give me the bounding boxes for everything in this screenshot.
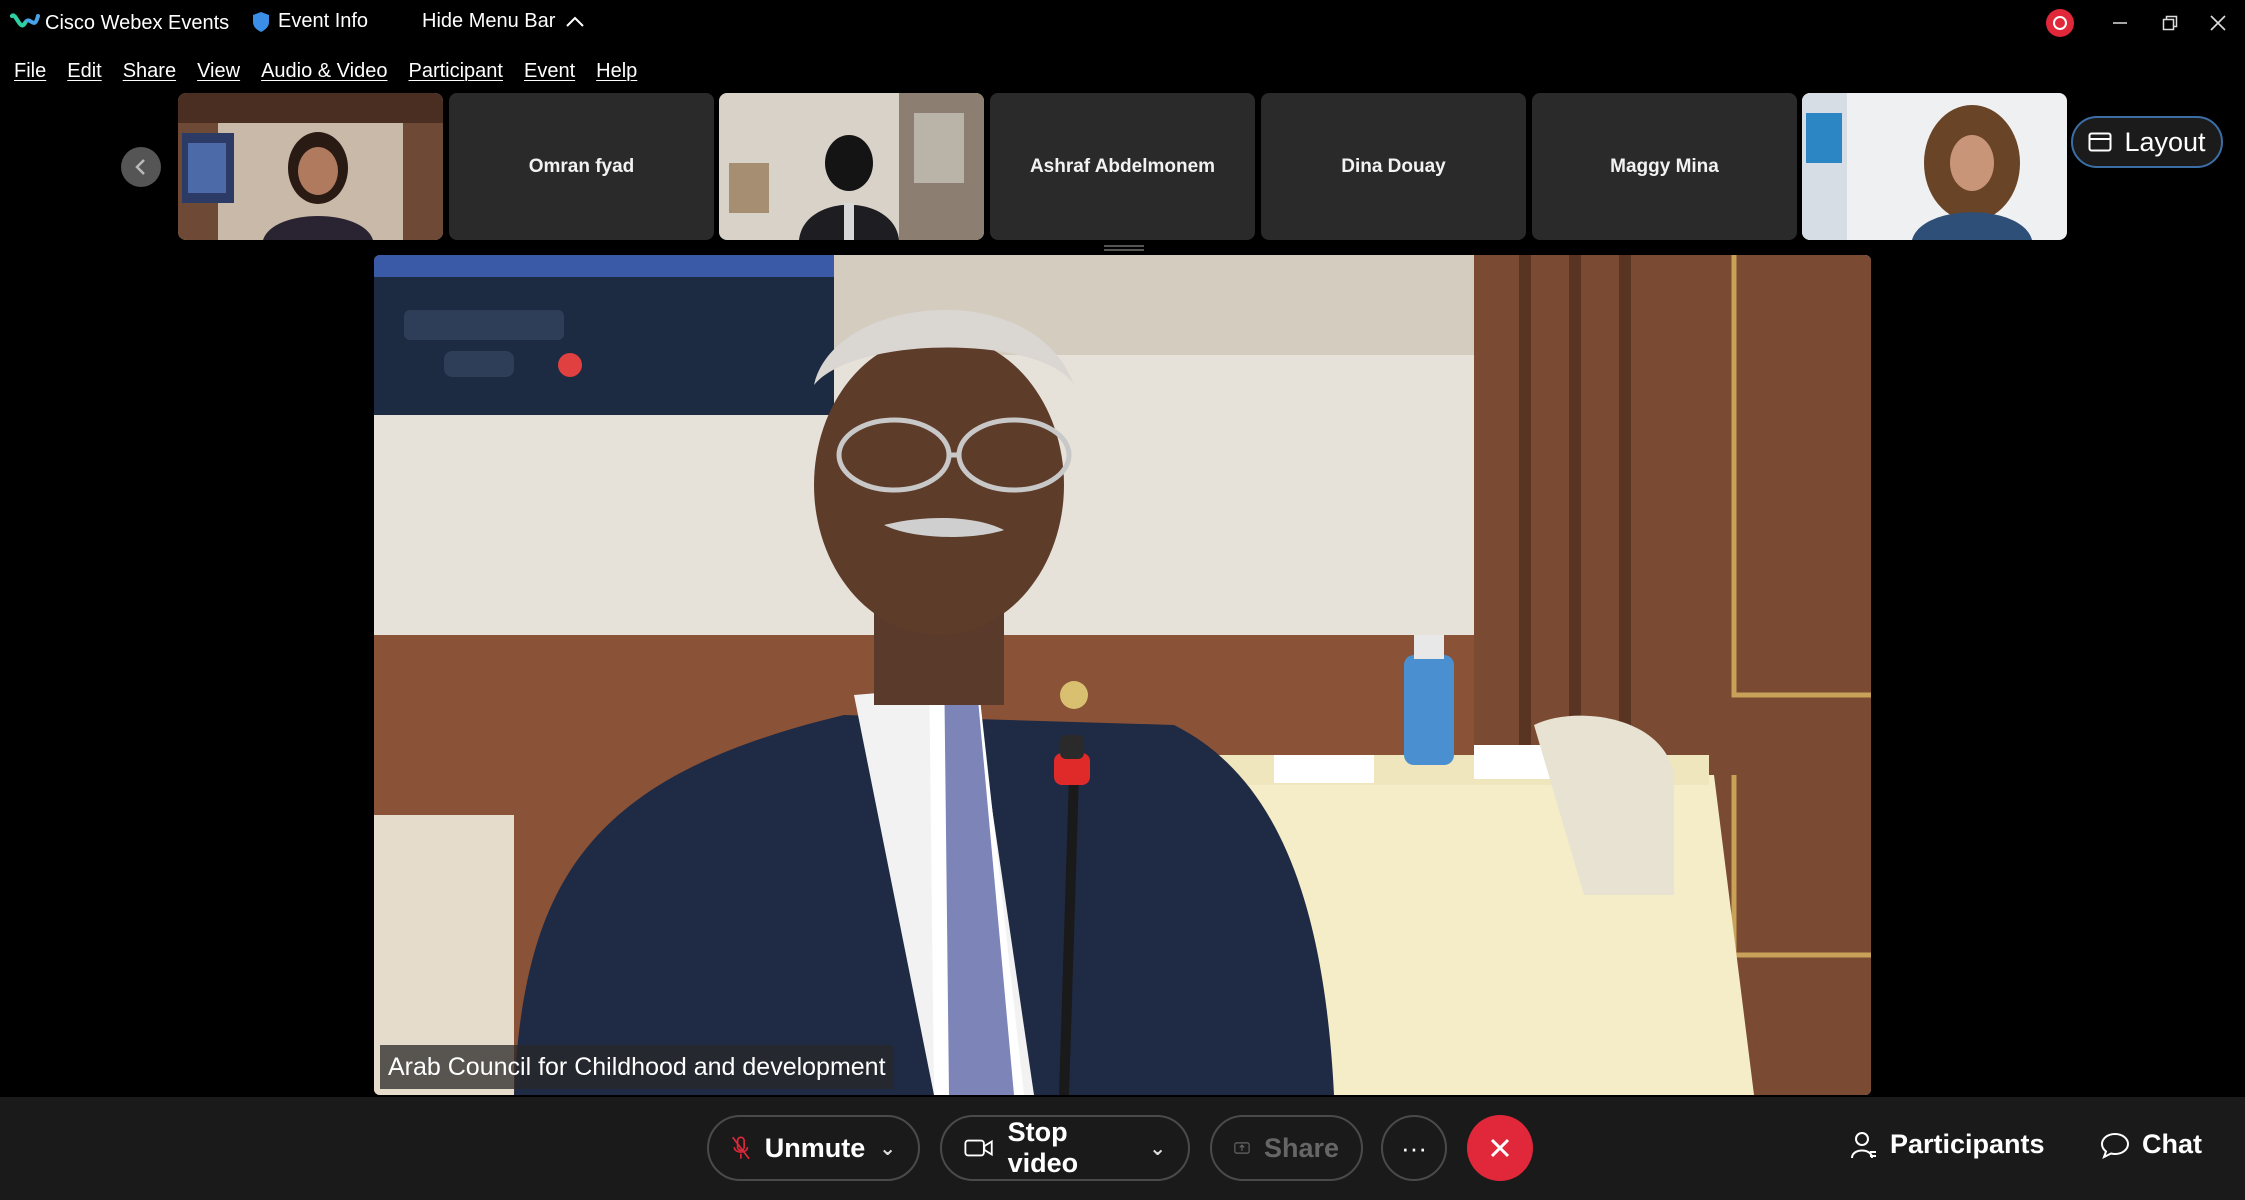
stop-video-label: Stop video bbox=[1007, 1117, 1079, 1178]
participant-tile[interactable]: Maggy Mina bbox=[1532, 93, 1797, 240]
minimize-icon bbox=[2113, 22, 2127, 24]
chevron-down-icon[interactable]: ⌄ bbox=[1149, 1136, 1166, 1161]
close-window-button[interactable] bbox=[2198, 6, 2238, 40]
stop-video-button[interactable]: Stop video ⌄ bbox=[940, 1115, 1190, 1181]
shield-icon bbox=[253, 11, 269, 32]
close-icon bbox=[2210, 15, 2226, 31]
participant-tile[interactable]: Omran fyad bbox=[449, 93, 714, 240]
menu-participant[interactable]: Participant bbox=[408, 54, 503, 90]
speaker-name-label: Arab Council for Childhood and developme… bbox=[380, 1045, 894, 1089]
person-icon bbox=[1851, 1131, 1876, 1158]
layout-label: Layout bbox=[2124, 126, 2206, 157]
chevron-up-icon bbox=[566, 16, 585, 27]
unmute-label: Unmute bbox=[764, 1132, 866, 1163]
share-label: Share bbox=[1263, 1132, 1339, 1163]
participants-label: Participants bbox=[1890, 1129, 2045, 1159]
participant-name: Omran fyad bbox=[528, 155, 635, 177]
restore-icon bbox=[2162, 15, 2178, 31]
layout-icon bbox=[2088, 132, 2112, 152]
filmstrip-resize-handle[interactable] bbox=[1104, 245, 1144, 251]
menu-event[interactable]: Event bbox=[524, 54, 575, 90]
menu-audio-video[interactable]: Audio & Video bbox=[261, 54, 387, 90]
close-icon bbox=[1490, 1138, 1510, 1158]
menu-edit[interactable]: Edit bbox=[67, 54, 101, 90]
minimize-button[interactable] bbox=[2100, 6, 2140, 40]
menu-share[interactable]: Share bbox=[123, 54, 176, 90]
participant-video bbox=[1802, 93, 2067, 240]
participant-video bbox=[719, 93, 984, 240]
layout-button[interactable]: Layout bbox=[2071, 116, 2223, 168]
chat-label: Chat bbox=[2142, 1129, 2202, 1159]
title-bar: Cisco Webex Events Event Info Hide Menu … bbox=[0, 0, 2245, 48]
webex-logo-icon bbox=[10, 13, 40, 28]
participant-name: Maggy Mina bbox=[1610, 155, 1719, 177]
speaker-video bbox=[374, 255, 1871, 1095]
event-info-button[interactable]: Event Info bbox=[252, 10, 368, 33]
video-camera-icon bbox=[964, 1139, 993, 1157]
share-button[interactable]: Share bbox=[1210, 1115, 1363, 1181]
participant-tile[interactable] bbox=[178, 93, 443, 240]
chat-button[interactable]: Chat bbox=[2100, 1129, 2202, 1160]
chevron-left-icon bbox=[135, 159, 145, 175]
leave-meeting-button[interactable] bbox=[1467, 1115, 1533, 1181]
main-video: Arab Council for Childhood and developme… bbox=[374, 255, 1871, 1095]
participant-tile[interactable] bbox=[1802, 93, 2067, 240]
participants-button[interactable]: Participants bbox=[1850, 1129, 2045, 1160]
unmute-button[interactable]: Unmute ⌄ bbox=[707, 1115, 920, 1181]
more-icon: ··· bbox=[1401, 1132, 1427, 1163]
control-bar: Unmute ⌄ Stop video ⌄ Share ··· Particip… bbox=[0, 1097, 2245, 1200]
filmstrip-prev-button[interactable] bbox=[121, 147, 161, 187]
microphone-muted-icon bbox=[731, 1136, 750, 1160]
more-options-button[interactable]: ··· bbox=[1381, 1115, 1447, 1181]
participant-video bbox=[178, 93, 443, 240]
participant-name: Dina Douay bbox=[1341, 155, 1446, 177]
menu-view[interactable]: View bbox=[197, 54, 240, 90]
participant-tile[interactable]: Ashraf Abdelmonem bbox=[990, 93, 1255, 240]
menu-bar: File Edit Share View Audio & Video Parti… bbox=[0, 54, 644, 90]
participant-tile[interactable] bbox=[719, 93, 984, 240]
recording-icon[interactable] bbox=[2046, 9, 2074, 37]
chevron-down-icon[interactable]: ⌄ bbox=[879, 1136, 896, 1161]
participant-tile[interactable]: Dina Douay bbox=[1261, 93, 1526, 240]
event-info-label: Event Info bbox=[278, 10, 369, 32]
hide-menu-bar-label: Hide Menu Bar bbox=[422, 10, 556, 32]
restore-button[interactable] bbox=[2150, 6, 2190, 40]
participant-name: Ashraf Abdelmonem bbox=[1029, 155, 1216, 177]
menu-file[interactable]: File bbox=[14, 54, 46, 90]
chat-bubble-icon bbox=[2100, 1132, 2130, 1159]
app-title: Cisco Webex Events bbox=[45, 12, 230, 34]
share-screen-icon bbox=[1234, 1142, 1250, 1154]
menu-help[interactable]: Help bbox=[596, 54, 637, 90]
hide-menu-bar-button[interactable]: Hide Menu Bar bbox=[422, 10, 585, 33]
